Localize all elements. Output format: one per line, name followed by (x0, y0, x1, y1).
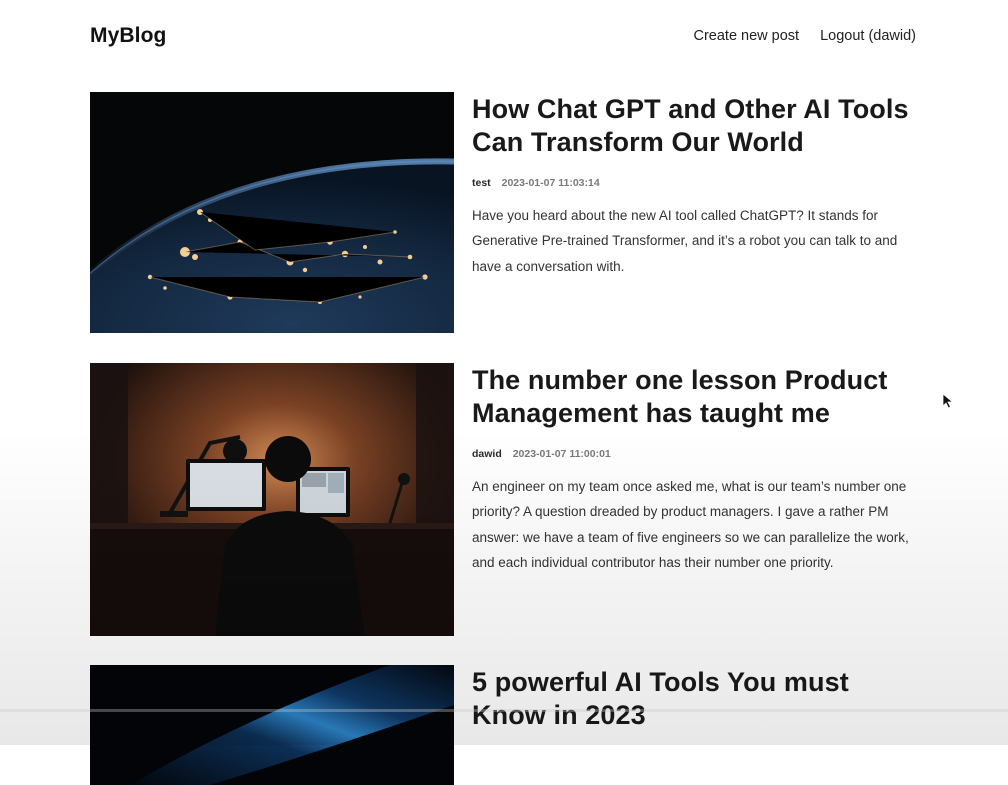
site-header: MyBlog Create new post Logout (dawid) (90, 22, 916, 52)
post-content: 5 powerful AI Tools You must Know in 202… (472, 665, 916, 732)
post-excerpt: Have you heard about the new AI tool cal… (472, 208, 898, 274)
post-date: 2023-01-07 11:03:14 (501, 177, 600, 189)
post-content: How Chat GPT and Other AI Tools Can Tran… (472, 92, 916, 279)
top-nav: Create new post Logout (dawid) (693, 28, 916, 44)
post-card: The number one lesson Product Management… (90, 363, 916, 636)
video-progress-strip (0, 709, 1008, 712)
create-post-link[interactable]: Create new post (693, 28, 799, 44)
earth-at-night-image (90, 92, 454, 333)
post-title[interactable]: How Chat GPT and Other AI Tools Can Tran… (472, 92, 916, 159)
post-thumbnail[interactable] (90, 92, 454, 333)
post-thumbnail[interactable] (90, 363, 454, 636)
post-content: The number one lesson Product Management… (472, 363, 916, 576)
post-card: How Chat GPT and Other AI Tools Can Tran… (90, 92, 916, 333)
post-thumbnail[interactable] (90, 665, 454, 785)
logout-link[interactable]: Logout (dawid) (820, 28, 916, 44)
post-excerpt: An engineer on my team once asked me, wh… (472, 479, 909, 571)
post-title[interactable]: 5 powerful AI Tools You must Know in 202… (472, 665, 916, 732)
abstract-blue-light-image (90, 665, 454, 785)
mouse-cursor-icon (942, 393, 954, 409)
post-author: dawid (472, 448, 502, 460)
post-card: 5 powerful AI Tools You must Know in 202… (90, 665, 916, 785)
site-logo[interactable]: MyBlog (90, 24, 166, 48)
person-at-desk-image (90, 363, 454, 636)
post-title[interactable]: The number one lesson Product Management… (472, 363, 916, 430)
post-author: test (472, 177, 491, 189)
post-date: 2023-01-07 11:00:01 (512, 448, 611, 460)
post-meta: dawid 2023-01-07 11:00:01 (472, 448, 916, 460)
post-meta: test 2023-01-07 11:03:14 (472, 177, 916, 189)
